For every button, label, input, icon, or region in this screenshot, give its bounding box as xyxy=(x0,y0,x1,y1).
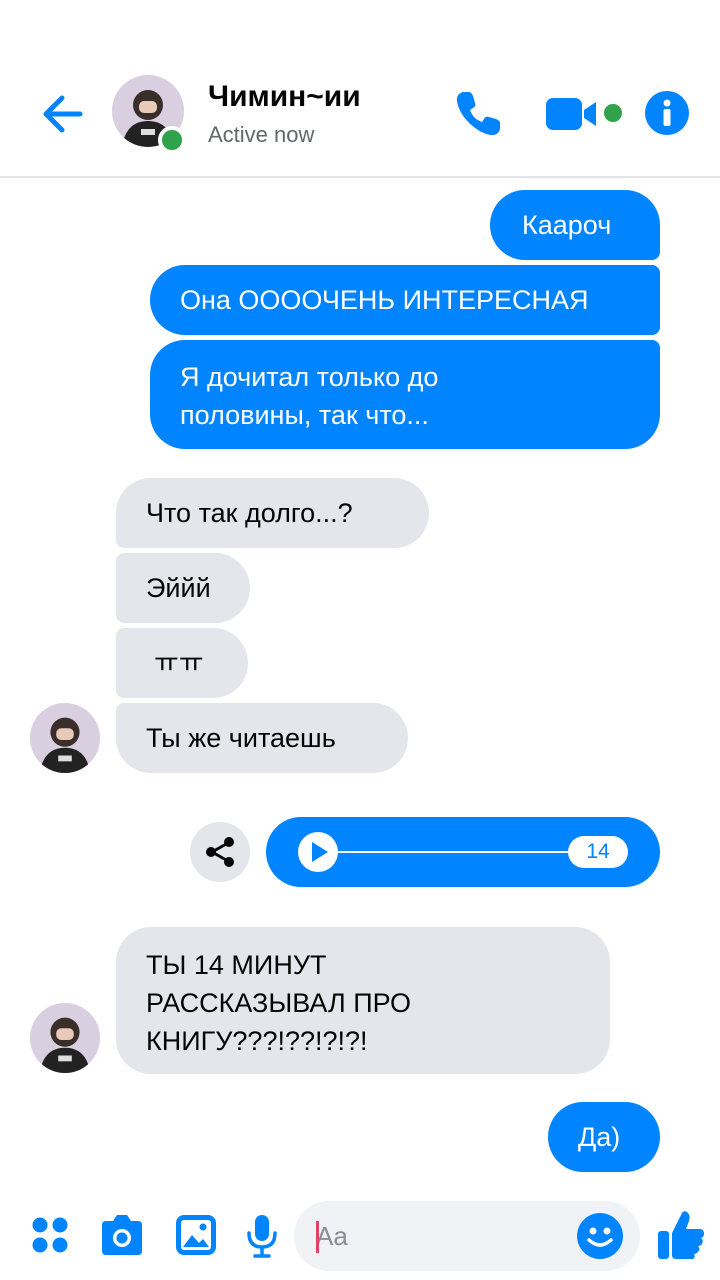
voice-message[interactable]: 14 xyxy=(266,817,660,887)
message-incoming[interactable]: ТЫ 14 МИНУТ РАССКАЗЫВАЛ ПРО КНИГУ???!??!… xyxy=(116,927,610,1074)
sender-avatar[interactable] xyxy=(30,703,100,773)
message-text: Что так долго...? xyxy=(146,498,353,528)
video-camera-icon[interactable] xyxy=(544,90,604,138)
contact-status: Active now xyxy=(208,122,315,147)
microphone-icon[interactable] xyxy=(244,1213,280,1259)
voice-duration: 14 xyxy=(568,836,628,868)
online-indicator xyxy=(158,126,186,154)
share-button[interactable] xyxy=(190,822,250,882)
play-button[interactable] xyxy=(298,832,338,872)
message-composer xyxy=(0,1195,720,1280)
smile-icon[interactable] xyxy=(576,1212,624,1260)
message-text: Ты же читаешь xyxy=(146,723,336,753)
message-text: Она ООООЧЕНЬ ИНТЕРЕСНАЯ xyxy=(180,285,589,315)
message-text: Я дочитал только до xyxy=(180,362,439,392)
message-text: ТЫ 14 МИНУТ xyxy=(146,950,327,980)
message-input-container[interactable] xyxy=(294,1201,640,1271)
camera-icon[interactable] xyxy=(98,1213,146,1257)
message-outgoing[interactable]: Я дочитал только до половины, так что... xyxy=(150,340,660,449)
message-incoming[interactable]: ㅠㅠ xyxy=(116,628,248,698)
thumbs-up-icon[interactable] xyxy=(656,1209,706,1261)
message-text: РАССКАЗЫВАЛ ПРО xyxy=(146,988,412,1018)
voice-progress-track[interactable] xyxy=(338,851,570,853)
image-icon[interactable] xyxy=(174,1213,218,1257)
phone-icon[interactable] xyxy=(450,86,506,142)
message-incoming[interactable]: Ты же читаешь xyxy=(116,703,408,773)
text-cursor xyxy=(316,1221,319,1253)
play-icon xyxy=(312,842,328,862)
message-outgoing[interactable]: Да) xyxy=(548,1102,660,1172)
four-dots-icon[interactable] xyxy=(30,1215,70,1255)
info-icon[interactable] xyxy=(644,90,690,136)
message-text: ㅠㅠ xyxy=(154,648,204,678)
message-incoming[interactable]: Эййй xyxy=(116,553,250,623)
message-text: Эййй xyxy=(146,573,211,603)
message-outgoing[interactable]: Кааpоч xyxy=(490,190,660,260)
video-active-indicator xyxy=(604,104,622,122)
share-icon xyxy=(206,837,234,867)
message-input[interactable] xyxy=(316,1201,566,1271)
message-incoming[interactable]: Что так долго...? xyxy=(116,478,429,548)
message-text: Да) xyxy=(578,1122,621,1152)
message-text: половины, так что... xyxy=(180,400,429,430)
contact-name[interactable]: Чимин~ии xyxy=(208,80,361,114)
message-text: Кааpоч xyxy=(522,210,612,240)
sender-avatar[interactable] xyxy=(30,1003,100,1073)
chat-header: Чимин~ии Active now xyxy=(0,0,720,178)
message-text: КНИГУ???!??!?!?! xyxy=(146,1026,368,1056)
message-outgoing[interactable]: Она ООООЧЕНЬ ИНТЕРЕСНАЯ xyxy=(150,265,660,335)
arrow-left-icon[interactable] xyxy=(36,86,92,142)
